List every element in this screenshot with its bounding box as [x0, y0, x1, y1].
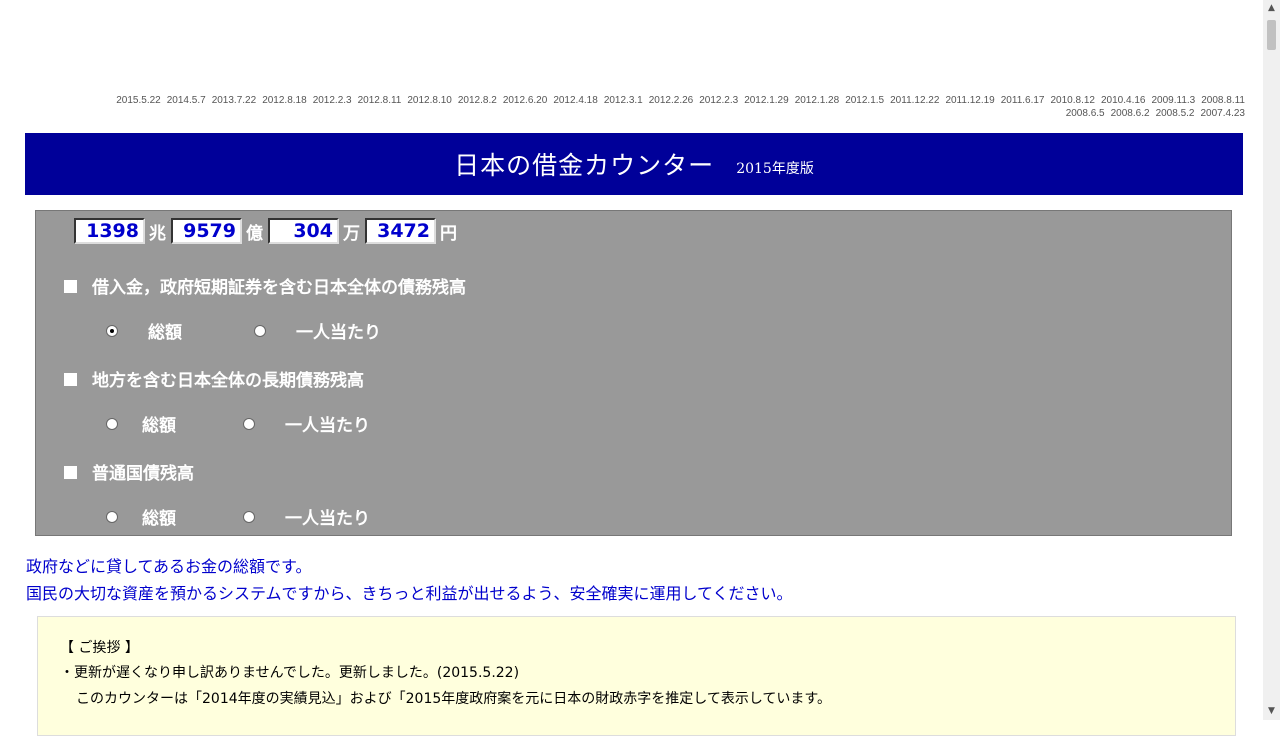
greeting-box: 【 ご挨拶 】 ・更新が遅くなり申し訳ありませんでした。更新しました。(2015…	[37, 616, 1236, 736]
update-date: 2011.6.17	[1000, 95, 1045, 106]
radio-unselected-icon[interactable]	[254, 324, 266, 337]
counter-cho-value: 1398	[74, 218, 145, 244]
section-label: 地方を含む日本全体の長期債務残高	[92, 371, 364, 391]
radio-total-debt-per-person[interactable]: 一人当たり	[254, 318, 381, 343]
update-date: 2012.4.18	[553, 95, 598, 106]
radio-selected-icon[interactable]	[106, 324, 118, 337]
update-history-row-2: 2008.6.5 2008.6.2 2008.5.2 2007.4.23	[30, 107, 1245, 120]
update-date: 2012.2.3	[312, 95, 352, 106]
radio-label: 一人当たり	[285, 416, 370, 436]
radio-unselected-icon[interactable]	[243, 510, 255, 523]
radio-label: 総額	[142, 416, 176, 436]
page-title: 日本の借金カウンター	[454, 151, 715, 180]
update-date: 2012.8.18	[262, 95, 307, 106]
radio-label: 総額	[148, 323, 182, 343]
update-date: 2008.5.2	[1155, 108, 1195, 119]
update-date: 2009.11.3	[1151, 95, 1196, 106]
update-date: 2008.6.2	[1110, 108, 1150, 119]
vertical-scrollbar[interactable]: ▲ ▼	[1263, 0, 1280, 720]
update-date: 2012.3.1	[603, 95, 643, 106]
update-date: 2012.8.2	[457, 95, 497, 106]
radio-label: 総額	[142, 509, 176, 529]
radio-long-term-debt-per-person[interactable]: 一人当たり	[243, 411, 370, 436]
square-bullet-icon	[64, 465, 77, 479]
update-date: 2012.8.11	[357, 95, 402, 106]
update-date: 2012.2.3	[699, 95, 739, 106]
update-history: 2015.5.22 2014.5.7 2013.7.22 2012.8.18 2012.…	[30, 94, 1245, 120]
radio-long-term-debt-total[interactable]: 総額	[106, 411, 176, 436]
counter-oku-value: 9579	[171, 218, 242, 244]
counter-cho-unit: 兆	[149, 223, 166, 244]
square-bullet-icon	[64, 372, 77, 386]
radio-unselected-icon[interactable]	[106, 417, 118, 430]
update-date: 2012.1.5	[845, 95, 885, 106]
radio-government-bonds-total[interactable]: 総額	[106, 504, 176, 529]
greeting-line-2: このカウンターは「2014年度の実績見込」および「2015年度政府案を元に日本の…	[76, 691, 832, 707]
radio-label: 一人当たり	[285, 509, 370, 529]
radio-total-debt-total[interactable]: 総額	[106, 318, 182, 343]
description-line-1: 政府などに貸してあるお金の総額です。	[26, 557, 312, 576]
radio-unselected-icon[interactable]	[106, 510, 118, 523]
update-date: 2012.1.28	[794, 95, 840, 106]
counter-man-unit: 万	[343, 223, 360, 244]
scroll-up-icon[interactable]: ▲	[1263, 0, 1280, 17]
radio-unselected-icon[interactable]	[243, 417, 255, 430]
counter-yen-value: 3472	[365, 218, 436, 244]
update-date: 2010.4.16	[1101, 95, 1146, 106]
greeting-line-1: ・更新が遅くなり申し訳ありませんでした。更新しました。(2015.5.22)	[60, 665, 520, 681]
counter-oku-unit: 億	[246, 223, 263, 244]
scroll-down-icon[interactable]: ▼	[1263, 703, 1280, 720]
update-date: 2013.7.22	[211, 95, 257, 106]
radio-government-bonds-per-person[interactable]: 一人当たり	[243, 504, 370, 529]
description-line-2: 国民の大切な資産を預かるシステムですから、きちっと利益が出せるよう、安全確実に運…	[26, 584, 793, 603]
greeting-heading: 【 ご挨拶 】	[60, 640, 139, 656]
update-date: 2011.12.19	[945, 95, 995, 106]
counter-yen-unit: 円	[440, 223, 457, 244]
update-date: 2014.5.7	[166, 95, 206, 106]
scrollbar-thumb[interactable]	[1267, 20, 1276, 50]
counter-man-value: 304	[268, 218, 339, 244]
section-government-bonds: 普通国債残高	[64, 459, 194, 484]
edition-label: 2015年度版	[736, 161, 814, 177]
section-label: 借入金，政府短期証券を含む日本全体の債務残高	[92, 278, 466, 298]
update-date: 2007.4.23	[1200, 108, 1246, 119]
page-banner: 日本の借金カウンター 2015年度版	[25, 133, 1243, 195]
update-date: 2012.1.29	[744, 95, 789, 106]
update-date: 2015.5.22	[116, 95, 161, 106]
update-date: 2012.2.26	[648, 95, 694, 106]
radio-label: 一人当たり	[296, 323, 381, 343]
update-date: 2012.6.20	[502, 95, 548, 106]
section-total-debt: 借入金，政府短期証券を含む日本全体の債務残高	[64, 273, 466, 298]
update-history-row-1: 2015.5.22 2014.5.7 2013.7.22 2012.8.18 2012.…	[30, 94, 1245, 107]
update-date: 2011.12.22	[890, 95, 940, 106]
debt-counter: 1398 兆 9579 億 304 万 3472 円	[74, 218, 462, 244]
update-date: 2008.6.5	[1065, 108, 1105, 119]
square-bullet-icon	[64, 279, 77, 293]
update-date: 2008.8.11	[1201, 95, 1245, 106]
update-date: 2010.8.12	[1050, 95, 1096, 106]
counter-panel: 1398 兆 9579 億 304 万 3472 円 借入金，政府短期証券を含む…	[35, 210, 1232, 536]
update-date: 2012.8.10	[407, 95, 452, 106]
section-long-term-debt: 地方を含む日本全体の長期債務残高	[64, 366, 364, 391]
section-label: 普通国債残高	[92, 464, 194, 484]
